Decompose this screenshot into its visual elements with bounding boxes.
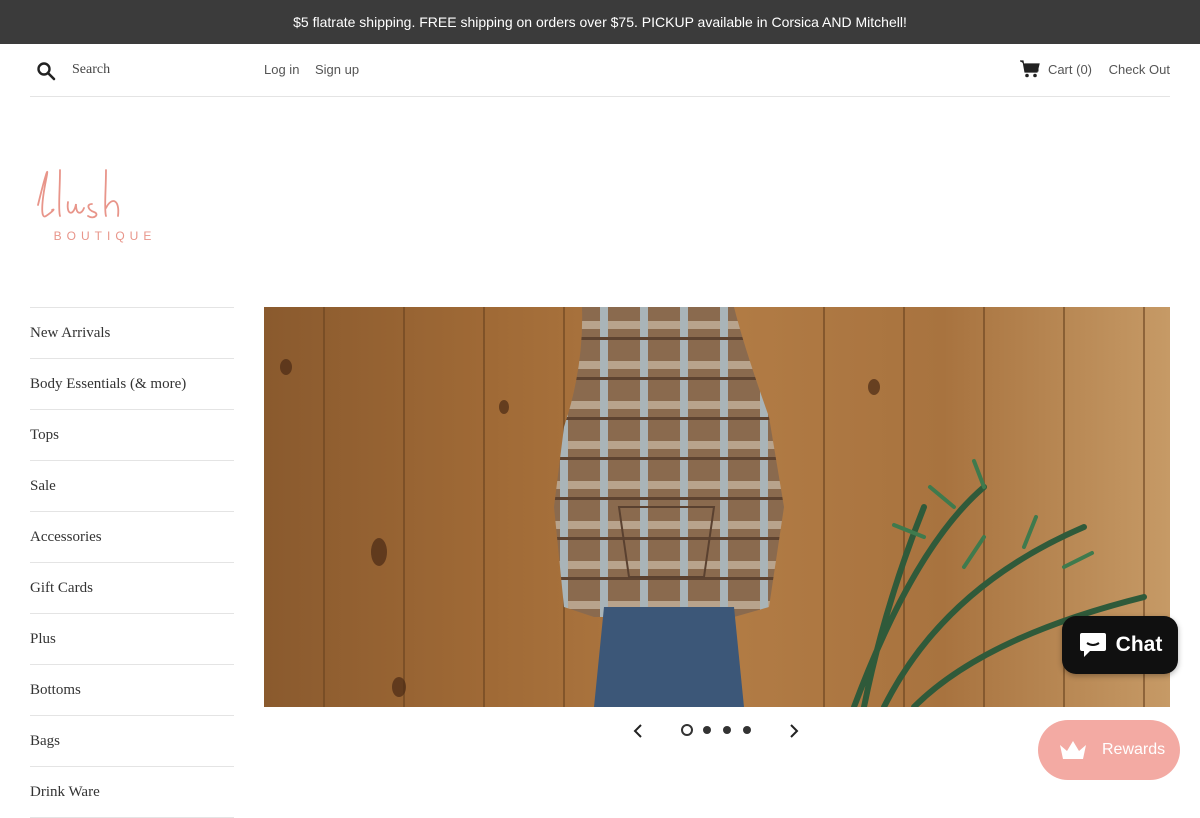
top-bar: Log in Sign up Cart (0) Check Out (30, 44, 1170, 97)
announcement-bar: $5 flatrate shipping. FREE shipping on o… (0, 0, 1200, 44)
chevron-right-icon[interactable] (788, 722, 800, 740)
search-input[interactable] (66, 58, 258, 82)
checkout-link[interactable]: Check Out (1109, 62, 1170, 77)
sidebar-item-gift-cards[interactable]: Gift Cards (30, 563, 234, 614)
cart-icon (1019, 60, 1040, 78)
slider-dot-1[interactable] (681, 724, 693, 736)
chat-bubble-icon (1079, 633, 1106, 657)
slider-dot-3[interactable] (723, 726, 731, 734)
cart-link[interactable]: Cart (0) (1019, 60, 1092, 78)
chat-button[interactable]: Chat (1062, 616, 1178, 674)
sidebar-item-bottoms[interactable]: Bottoms (30, 665, 234, 716)
crown-icon (1060, 741, 1086, 759)
svg-text:BOUTIQUE: BOUTIQUE (54, 229, 157, 243)
chat-label: Chat (1115, 633, 1163, 656)
rewards-label: Rewards (1102, 741, 1166, 758)
signup-link[interactable]: Sign up (315, 62, 359, 77)
sidebar-item-tops[interactable]: Tops (30, 410, 234, 461)
login-link[interactable]: Log in (264, 62, 299, 77)
sidebar-item-body-essentials[interactable]: Body Essentials (& more) (30, 359, 234, 410)
sidebar-item-drink-ware[interactable]: Drink Ware (30, 767, 234, 818)
search-icon[interactable] (36, 61, 56, 81)
slider-dot-4[interactable] (743, 726, 751, 734)
sidebar-nav: New Arrivals Body Essentials (& more) To… (30, 307, 234, 818)
hero-slide-image[interactable] (264, 307, 1170, 707)
slider-controls (264, 718, 1170, 744)
sidebar-item-accessories[interactable]: Accessories (30, 512, 234, 563)
sidebar-item-new-arrivals[interactable]: New Arrivals (30, 308, 234, 359)
sidebar-item-plus[interactable]: Plus (30, 614, 234, 665)
chevron-left-icon[interactable] (632, 722, 644, 740)
sidebar-item-sale[interactable]: Sale (30, 461, 234, 512)
rewards-button[interactable]: Rewards (1038, 720, 1180, 780)
sidebar-item-bags[interactable]: Bags (30, 716, 234, 767)
announcement-text: $5 flatrate shipping. FREE shipping on o… (293, 14, 907, 30)
cart-label: Cart (0) (1047, 61, 1092, 77)
slider-dot-2[interactable] (703, 726, 711, 734)
hero-photo (264, 307, 1170, 707)
blush-boutique-logo[interactable]: BOUTIQUE (30, 150, 180, 250)
